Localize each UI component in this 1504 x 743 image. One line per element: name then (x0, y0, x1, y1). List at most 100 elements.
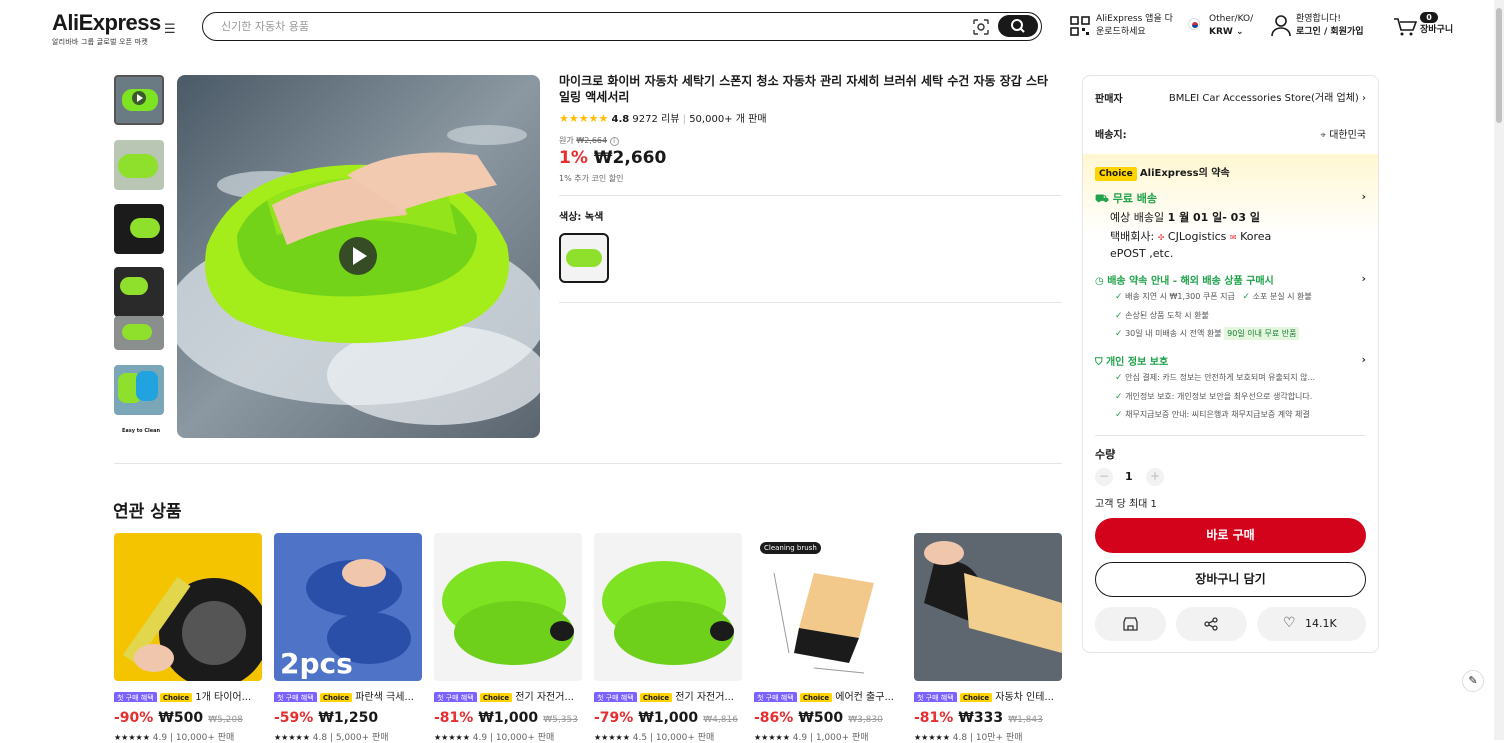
related-product-title-row: 첫 구매 혜택 Choice 에어컨 출구... (754, 688, 902, 702)
user-icon[interactable] (1271, 15, 1291, 41)
related-product-card[interactable]: 첫 구매 혜택 Choice 전기 자전거... -79% ₩1,000 ₩4,8… (594, 533, 742, 743)
related-price: ₩1,000 (638, 710, 699, 726)
login-register-link[interactable]: 로그인 / 회원가입 (1296, 26, 1364, 39)
app-download-line1: AliExpress 앱을 다 (1096, 14, 1173, 24)
carrier-3: ePOST ,etc. (1110, 247, 1174, 260)
thumbnail-video[interactable] (114, 75, 164, 125)
korea-flag-icon (1188, 18, 1200, 30)
search-bar (202, 12, 1042, 41)
privacy-item: ✓ 채무지급보증 안내: 씨티은행과 채무지급보증 계약 체결 (1115, 409, 1366, 420)
related-product-image[interactable] (114, 533, 262, 681)
share-button[interactable] (1176, 607, 1247, 641)
privacy-row[interactable]: ⛉ 개인 정보 보호 › (1095, 353, 1366, 368)
related-product-meta: ★★★★★ 4.8 | 5,000+ 판매 (274, 733, 389, 743)
thumbnail-3[interactable] (114, 204, 164, 254)
product-title: 마이크로 화이버 자동차 세탁기 스폰지 청소 자동차 관리 자세히 브러쉬 세… (559, 74, 1049, 104)
related-product-title[interactable]: 자동차 인테... (995, 692, 1054, 702)
scrollbar-thumb[interactable] (1496, 8, 1502, 123)
quantity-value[interactable]: 1 (1125, 470, 1133, 483)
search-icon (1011, 19, 1025, 33)
image-search-icon[interactable] (973, 19, 989, 39)
region-selector[interactable]: Other/KO/ KRW ⌄ (1209, 13, 1253, 39)
related-rating: 4.8 (312, 733, 328, 743)
cart-icon[interactable] (1393, 17, 1418, 41)
edit-feedback-icon[interactable]: ✎ (1462, 670, 1484, 692)
divider (559, 302, 1062, 303)
related-product-card[interactable]: Cleaning brush 첫 구매 혜택 Choice 에어컨 출구... -8… (754, 533, 902, 743)
color-option-green[interactable] (559, 233, 609, 283)
store-button[interactable] (1095, 607, 1166, 641)
thumbnail-7[interactable]: Easy to Clean (114, 425, 164, 439)
related-product-card[interactable]: 첫 구매 혜택 Choice 1개 타이어... -90% ₩500 ₩5,208… (114, 533, 262, 743)
related-discount: -79% (594, 710, 634, 726)
quantity-increase-button[interactable]: + (1146, 468, 1164, 486)
choice-tag: Choice (799, 693, 833, 702)
ship-to-selector[interactable]: ⌖ 대한민국 (1095, 126, 1366, 141)
star-rating-icon: ★★★★★ (274, 733, 310, 742)
qr-code-icon[interactable] (1070, 16, 1090, 40)
related-product-card[interactable]: 2pcs 첫 구매 혜택 Choice 파란색 극세... -59% ₩1,250 … (274, 533, 422, 743)
price-row: 1% ₩2,660 (559, 148, 666, 168)
cart-label[interactable]: 장바구니 (1420, 24, 1453, 37)
thumbnail-5[interactable] (114, 316, 164, 350)
delivery-promise-title: 배송 약속 안내 - 해외 배송 상품 구매시 (1107, 276, 1274, 287)
search-input[interactable] (221, 17, 921, 35)
related-product-title[interactable]: 전기 자전거... (515, 692, 574, 702)
seller-link[interactable]: BMLEI Car Accessories Store(거래 업체) › (1095, 89, 1366, 104)
related-product-title[interactable]: 에어컨 출구... (835, 692, 894, 702)
review-count[interactable]: 9272 리뷰 (632, 114, 679, 125)
related-original-price: ₩4,816 (703, 715, 738, 725)
privacy-item: ✓ 안심 결제: 카드 정보는 안전하게 보호되며 유출되지 않... (1115, 372, 1366, 383)
free-shipping-row[interactable]: ⛟ 무료 배송 › (1095, 190, 1366, 207)
carrier-info: 택배회사: ✣ CJLogistics ✉ Korea ePOST ,etc. (1110, 229, 1366, 262)
related-product-title[interactable]: 1개 타이어... (195, 692, 251, 702)
quantity-decrease-button[interactable]: − (1095, 468, 1113, 486)
product-main-image[interactable] (177, 75, 540, 438)
chevron-right-icon: › (1361, 353, 1366, 366)
buy-now-button[interactable]: 바로 구매 (1095, 518, 1366, 553)
related-product-image[interactable]: 2pcs (274, 533, 422, 681)
related-product-image[interactable] (754, 533, 902, 681)
first-purchase-tag: 첫 구매 혜택 (434, 692, 477, 702)
info-icon[interactable]: i (609, 137, 619, 146)
rating-row: ★★★★★ 4.8 9272 리뷰 | 50,000+ 개 판매 (559, 112, 767, 125)
related-product-card[interactable]: 첫 구매 혜택 Choice 자동차 인테... -81% ₩333 ₩1,843… (914, 533, 1062, 743)
related-product-title[interactable]: 전기 자전거... (675, 692, 734, 702)
related-product-meta: ★★★★★ 4.9 | 10,000+ 판매 (114, 733, 235, 743)
add-to-cart-button[interactable]: 장바구니 담기 (1095, 562, 1366, 597)
app-download-link[interactable]: AliExpress 앱을 다 운로드하세요 (1096, 13, 1173, 39)
divider (1095, 435, 1366, 436)
related-product-price-row: -81% ₩1,000 ₩5,353 (434, 707, 582, 726)
promise-3: 손상된 상품 도착 시 환불 (1125, 311, 1209, 320)
thumbnail-2[interactable] (114, 140, 164, 190)
search-button[interactable] (998, 15, 1038, 37)
hamburger-menu-icon[interactable]: ☰ (164, 22, 176, 37)
coin-discount-note: 1% 추가 코인 할인 (559, 174, 624, 183)
related-product-image[interactable] (914, 533, 1062, 681)
related-product-image[interactable] (594, 533, 742, 681)
related-product-image[interactable] (434, 533, 582, 681)
related-discount: -90% (114, 710, 154, 726)
check-icon: ✓ (1115, 373, 1123, 383)
thumbnail-4[interactable] (114, 267, 164, 317)
clock-icon: ◷ (1095, 276, 1104, 287)
related-product-card[interactable]: 첫 구매 혜택 Choice 전기 자전거... -81% ₩1,000 ₩5,3… (434, 533, 582, 743)
first-purchase-tag: 첫 구매 혜택 (594, 692, 637, 702)
account-greeting: 환영합니다! (1296, 14, 1342, 24)
related-original-price: ₩5,208 (208, 715, 243, 725)
choice-tag: Choice (479, 693, 513, 702)
check-icon: ✓ (1115, 410, 1123, 420)
promise-1: 배송 지연 시 ₩1,300 쿠폰 지급 (1125, 292, 1235, 301)
related-sold: 1,000+ 판매 (815, 733, 869, 743)
related-sold: 5,000+ 판매 (335, 733, 389, 743)
thumbnail-6[interactable] (114, 365, 164, 415)
quantity-label: 수량 (1095, 448, 1116, 461)
related-price: ₩333 (958, 710, 1004, 726)
account-menu[interactable]: 환영합니다! 로그인 / 회원가입 (1296, 13, 1364, 39)
first-purchase-tag: 첫 구매 혜택 (274, 692, 317, 702)
delivery-promise-row[interactable]: ◷ 배송 약속 안내 - 해외 배송 상품 구매시 › (1095, 272, 1366, 287)
korea-post-logo-icon: ✉ (1229, 233, 1237, 242)
wishlist-button[interactable]: ♡ 14.1K (1257, 607, 1366, 641)
related-product-title[interactable]: 파란색 극세... (355, 692, 414, 702)
aliexpress-logo[interactable]: AliExpress 알리바바 그룹 글로벌 오픈 마켓 (52, 10, 161, 47)
